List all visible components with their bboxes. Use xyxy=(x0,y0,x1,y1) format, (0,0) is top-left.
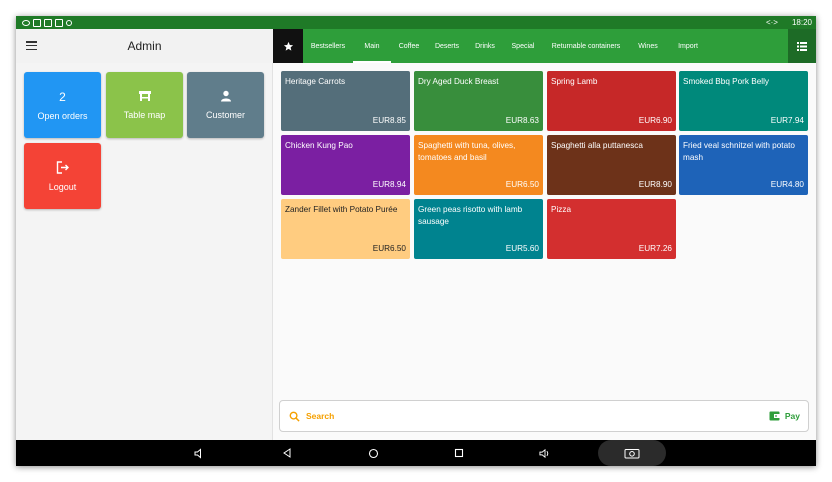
product-name: Zander Fillet with Potato Purée xyxy=(285,205,398,214)
product-name: Spring Lamb xyxy=(551,77,598,86)
app-notification-icon xyxy=(33,18,41,27)
table-map-label: Table map xyxy=(123,110,166,120)
system-nav-bar xyxy=(16,440,816,466)
recents-icon xyxy=(454,448,464,458)
product-name: Chicken Kung Pao xyxy=(285,141,353,150)
page-title: Admin xyxy=(127,39,162,53)
left-header: Admin xyxy=(16,29,273,63)
product-name: Fried veal schnitzel with potato mash xyxy=(683,141,795,163)
pay-label: Pay xyxy=(784,411,800,421)
sync-icon: <·> xyxy=(765,18,778,27)
camera-icon xyxy=(624,448,640,458)
product-price: EUR4.80 xyxy=(770,179,804,189)
category-tabs: Bestsellers Main Coffee Deserts Drinks Specia… xyxy=(303,29,788,63)
product-price: EUR6.50 xyxy=(505,179,539,189)
open-orders-button[interactable]: 2 Open orders xyxy=(24,72,101,138)
product-card[interactable]: Chicken Kung Pao EUR8.94 xyxy=(281,135,410,195)
product-card[interactable]: Pizza EUR7.26 xyxy=(547,199,676,259)
logout-button[interactable]: Logout xyxy=(24,143,101,209)
tab-main[interactable]: Main xyxy=(353,29,391,63)
table-map-button[interactable]: Table map xyxy=(106,72,183,138)
pay-button[interactable]: Pay xyxy=(769,411,800,421)
product-name: Spaghetti alla puttanesca xyxy=(551,141,643,150)
list-icon xyxy=(797,41,807,51)
notification-icons xyxy=(22,18,72,27)
tab-bestsellers[interactable]: Bestsellers xyxy=(303,29,353,63)
product-card[interactable]: Dry Aged Duck Breast EUR8.63 xyxy=(414,71,543,131)
favorites-button[interactable] xyxy=(273,29,303,63)
table-icon xyxy=(138,90,152,104)
tab-wines[interactable]: Wines xyxy=(629,29,667,63)
image-icon xyxy=(55,18,63,27)
app-notification-icon xyxy=(44,18,52,27)
product-grid: Heritage Carrots EUR8.85 Dry Aged Duck Bre… xyxy=(273,63,816,440)
tab-drinks[interactable]: Drinks xyxy=(467,29,503,63)
back-button[interactable] xyxy=(281,447,293,459)
tab-import[interactable]: Import xyxy=(667,29,709,63)
product-price: EUR6.50 xyxy=(372,243,406,253)
product-card[interactable]: Spring Lamb EUR6.90 xyxy=(547,71,676,131)
logout-icon xyxy=(56,160,70,176)
star-icon xyxy=(283,41,293,51)
product-name: Pizza xyxy=(551,205,572,214)
screenshot-button[interactable] xyxy=(598,440,666,466)
app-window: <·> 18:20 Admin 2 Open orders Table map … xyxy=(16,16,816,466)
search-icon xyxy=(289,411,300,422)
list-view-button[interactable] xyxy=(788,29,816,63)
tab-deserts[interactable]: Deserts xyxy=(427,29,467,63)
recents-button[interactable] xyxy=(453,447,465,459)
logout-label: Logout xyxy=(48,181,77,192)
customer-label: Customer xyxy=(205,110,245,120)
product-price: EUR6.90 xyxy=(638,115,672,125)
home-button[interactable] xyxy=(367,447,379,459)
product-name: Smoked Bbq Pork Belly xyxy=(683,77,770,86)
product-card[interactable]: Spaghetti with tuna, olives, tomatoes an… xyxy=(414,135,543,195)
product-price: EUR8.85 xyxy=(372,115,406,125)
tab-special[interactable]: Special xyxy=(503,29,543,63)
category-tab-bar: Bestsellers Main Coffee Deserts Drinks Specia… xyxy=(273,29,816,63)
status-bar: <·> 18:20 xyxy=(16,16,816,29)
product-name: Dry Aged Duck Breast xyxy=(418,77,499,86)
product-card[interactable]: Spaghetti alla puttanesca EUR8.90 xyxy=(547,135,676,195)
product-card[interactable]: Zander Fillet with Potato Purée EUR6.50 xyxy=(281,199,410,259)
menu-icon[interactable] xyxy=(26,41,37,50)
product-price: EUR8.94 xyxy=(372,179,406,189)
product-name: Heritage Carrots xyxy=(285,77,346,86)
home-icon xyxy=(368,448,378,458)
product-name: Spaghetti with tuna, olives, tomatoes an… xyxy=(418,141,516,163)
product-price: EUR7.26 xyxy=(638,243,672,253)
eye-icon xyxy=(22,19,30,26)
open-orders-count: 2 xyxy=(59,89,66,104)
search-bar[interactable]: Search Pay xyxy=(279,400,809,432)
product-card[interactable]: Smoked Bbq Pork Belly EUR7.94 xyxy=(679,71,808,131)
product-name: Green peas risotto with lamb sausage xyxy=(418,205,523,227)
clock: 18:20 xyxy=(791,18,812,27)
product-card[interactable]: Green peas risotto with lamb sausage EUR5… xyxy=(414,199,543,259)
volume-down-button[interactable] xyxy=(193,447,205,459)
tab-coffee[interactable]: Coffee xyxy=(391,29,427,63)
tab-returnable-containers[interactable]: Returnable containers xyxy=(543,29,629,63)
customer-button[interactable]: Customer xyxy=(187,72,264,138)
product-price: EUR7.94 xyxy=(770,115,804,125)
open-orders-label: Open orders xyxy=(37,110,88,121)
volume-icon xyxy=(539,448,549,458)
back-icon xyxy=(283,448,291,458)
location-icon xyxy=(66,19,72,26)
search-label[interactable]: Search xyxy=(306,411,334,421)
product-price: EUR5.60 xyxy=(505,243,539,253)
volume-icon xyxy=(194,447,201,459)
product-card[interactable]: Fried veal schnitzel with potato mash EUR… xyxy=(679,135,808,195)
product-price: EUR8.63 xyxy=(505,115,539,125)
volume-up-button[interactable] xyxy=(539,447,551,459)
product-card[interactable]: Heritage Carrots EUR8.85 xyxy=(281,71,410,131)
wallet-icon xyxy=(769,411,780,421)
product-price: EUR8.90 xyxy=(638,179,672,189)
person-icon xyxy=(220,90,232,104)
left-panel: 2 Open orders Table map Customer Logout xyxy=(16,63,273,440)
